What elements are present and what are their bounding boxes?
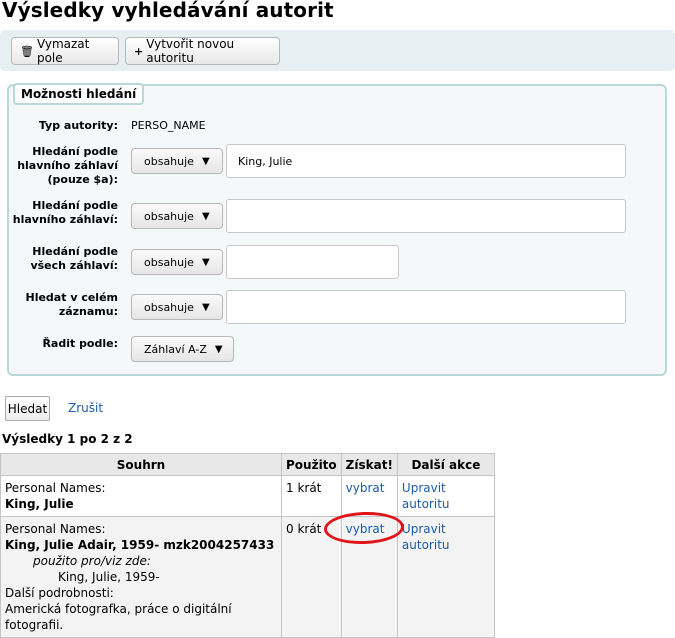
sort-label: Řadit podle: [42, 337, 118, 350]
main-heading-a-operator-select[interactable]: obsahuje ▼ [131, 148, 223, 174]
results-table: Souhrn Použito Získat! Další akce Person… [0, 453, 495, 638]
column-header-summary: Souhrn [0, 453, 282, 476]
heading-type: Personal Names: [5, 522, 106, 536]
cancel-link[interactable]: Zrušit [68, 401, 103, 415]
more-details-label: Další podrobnosti: [5, 586, 114, 600]
used-cell: 1 krát [281, 475, 342, 517]
actions-cell: Upravit autoritu [396, 475, 495, 517]
chevron-down-icon: ▼ [201, 301, 210, 313]
clear-fields-label: Vymazat pole [36, 37, 90, 65]
table-header-row: Souhrn Použito Získat! Další akce [0, 453, 495, 476]
summary-cell: Personal Names: King, Julie Adair, 1959-… [0, 516, 282, 638]
main-heading-label: Hledání podle hlavního záhlaví: [12, 199, 118, 226]
table-row: Personal Names: King, Julie Adair, 1959-… [0, 516, 495, 638]
column-header-get: Získat! [340, 453, 398, 476]
whole-record-input[interactable] [226, 290, 626, 324]
chevron-down-icon: ▼ [214, 343, 223, 355]
select-link[interactable]: vybrat [346, 481, 385, 495]
new-authority-label: Vytvořit novou autoritu [146, 37, 235, 65]
heading-type: Personal Names: [5, 481, 106, 495]
all-headings-input[interactable] [226, 245, 399, 279]
chevron-down-icon: ▼ [201, 155, 210, 167]
all-headings-label: Hledání podle všech záhlaví: [30, 245, 118, 272]
toolbar: 🗑 Vymazat pole + Vytvořit novou autoritu [0, 30, 675, 71]
see-from-label: použito pro/viz zde: [33, 554, 151, 568]
main-heading-a-label: Hledání podle hlavního záhlaví (pouze $a… [17, 145, 118, 186]
page-title: Výsledky vyhledávání autorit [2, 0, 334, 22]
main-heading-a-input[interactable]: King, Julie [226, 144, 626, 178]
whole-record-label: Hledat v celém záznamu: [25, 291, 119, 318]
sort-value: Záhlaví A-Z [144, 342, 207, 356]
main-heading-a-input-value: King, Julie [238, 154, 293, 168]
more-details-value: Americká fotografka, práce o digitální f… [5, 602, 232, 632]
plus-icon: + [134, 44, 144, 58]
whole-record-operator-value: obsahuje [144, 300, 194, 314]
edit-authority-link[interactable]: Upravit autoritu [402, 481, 450, 511]
whole-record-operator-select[interactable]: obsahuje ▼ [131, 294, 223, 320]
chevron-down-icon: ▼ [201, 210, 210, 222]
summary-cell: Personal Names: King, Julie [0, 475, 282, 517]
chevron-down-icon: ▼ [201, 256, 210, 268]
main-heading-a-operator-value: obsahuje [144, 154, 194, 168]
trash-icon: 🗑 [20, 44, 34, 58]
table-row: Personal Names: King, Julie 1 krát vybra… [0, 475, 495, 517]
all-headings-operator-select[interactable]: obsahuje ▼ [131, 249, 223, 275]
main-heading-input[interactable] [226, 199, 626, 233]
main-heading-operator-select[interactable]: obsahuje ▼ [131, 203, 223, 229]
edit-authority-link[interactable]: Upravit autoritu [402, 522, 450, 552]
column-header-used: Použito [281, 453, 342, 476]
actions-cell: Upravit autoritu [396, 516, 495, 638]
all-headings-operator-value: obsahuje [144, 255, 194, 269]
sort-select[interactable]: Záhlaví A-Z ▼ [131, 336, 234, 362]
heading-text: King, Julie [5, 497, 74, 511]
see-from-value: King, Julie, 1959- [58, 570, 160, 584]
search-button[interactable]: Hledat [5, 396, 50, 421]
clear-fields-button[interactable]: 🗑 Vymazat pole [11, 37, 119, 65]
authority-type-value: PERSO_NAME [131, 119, 206, 132]
column-header-more-actions: Další akce [396, 453, 495, 476]
new-authority-button[interactable]: + Vytvořit novou autoritu [125, 37, 280, 65]
main-heading-operator-value: obsahuje [144, 209, 194, 223]
authority-type-label: Typ autority: [38, 119, 118, 132]
get-cell: vybrat [340, 475, 398, 517]
search-options-legend: Možnosti hledání [13, 83, 145, 105]
results-count: Výsledky 1 po 2 z 2 [2, 432, 133, 446]
heading-text: King, Julie Adair, 1959- mzk2004257433 [5, 538, 275, 552]
